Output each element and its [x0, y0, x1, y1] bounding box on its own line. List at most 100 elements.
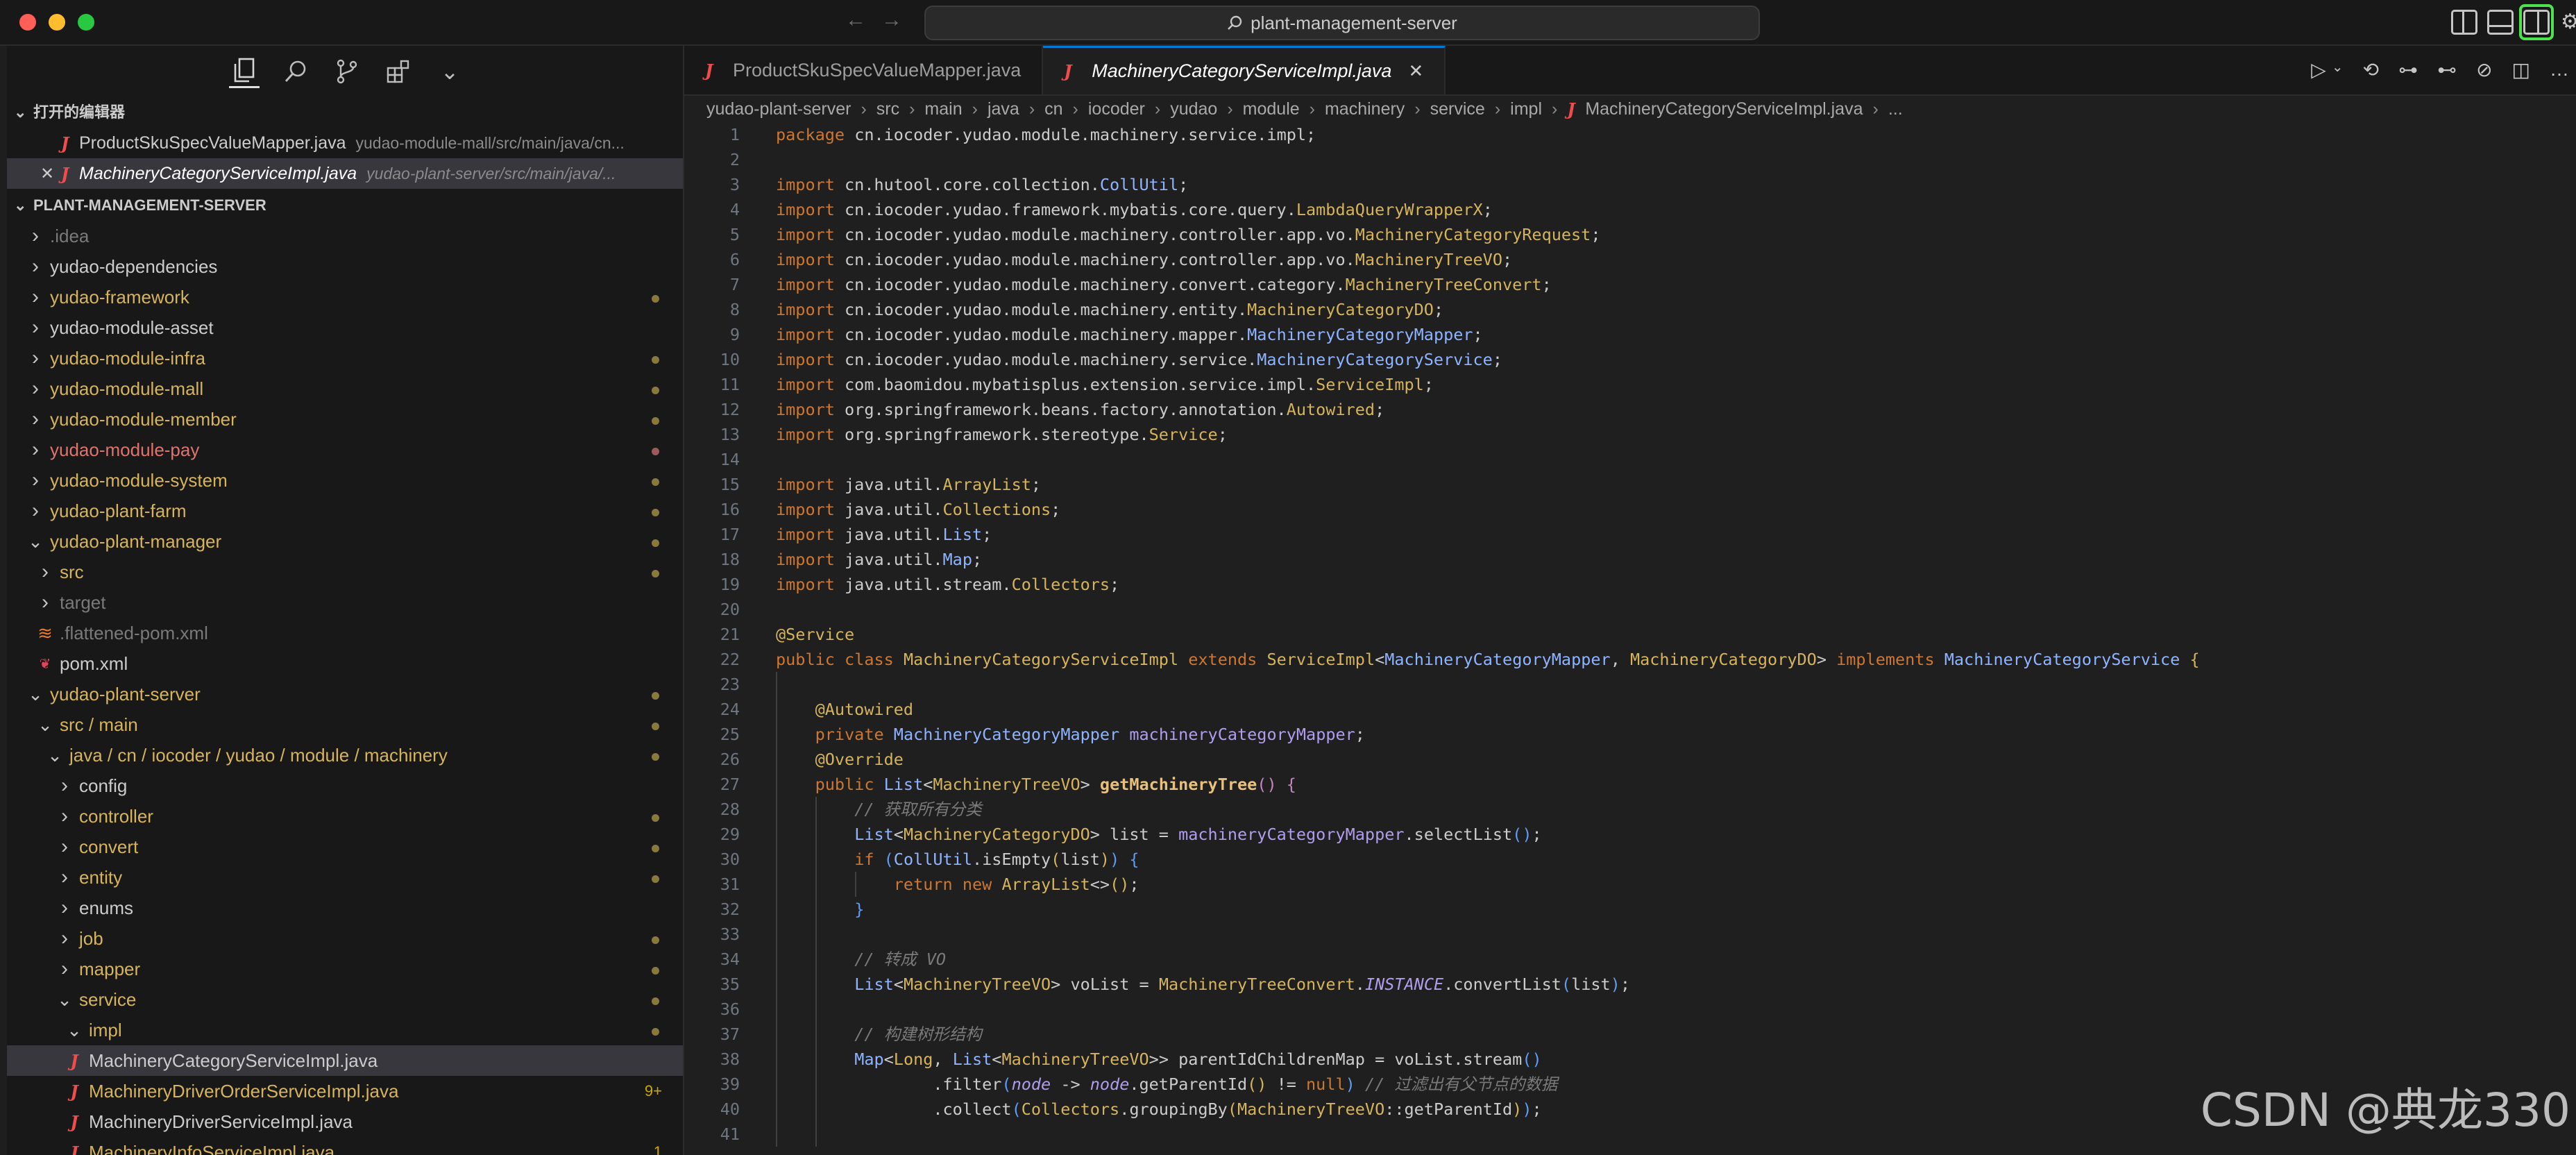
tree-folder[interactable]: › entity: [7, 862, 683, 893]
tree-folder[interactable]: › yudao-framework: [7, 282, 683, 312]
code-line: 18 import java.util.Map;: [684, 547, 2576, 572]
customize-layout-icon[interactable]: ⚙: [2561, 10, 2576, 34]
chevron-down-icon[interactable]: ⌄: [434, 56, 465, 87]
breadcrumb-item[interactable]: machinery: [1325, 99, 1405, 119]
tree-item-label: MachineryDriverOrderServiceImpl.java: [89, 1080, 399, 1102]
tree-file[interactable]: J MachineryDriverOrderServiceImpl.java 9+: [7, 1076, 683, 1106]
tree-folder[interactable]: › config: [7, 770, 683, 801]
open-editor-item-active[interactable]: ✕ J MachineryCategoryServiceImpl.java yu…: [7, 158, 683, 189]
tree-file[interactable]: J MachineryInfoServiceImpl.java 1: [7, 1137, 683, 1155]
explorer-root-title: PLANT-MANAGEMENT-SERVER: [33, 196, 266, 214]
explorer-root-header[interactable]: ⌄ PLANT-MANAGEMENT-SERVER: [7, 190, 683, 221]
toggle-panel-icon[interactable]: [2487, 10, 2514, 35]
code-view[interactable]: 1 package cn.iocoder.yudao.module.machine…: [684, 122, 2576, 1147]
breadcrumb-item[interactable]: module: [1243, 99, 1300, 119]
code-text: import cn.iocoder.yudao.module.machinery…: [776, 225, 1601, 244]
tree-folder[interactable]: ⌄ java / cn / iocoder / yudao / module / …: [7, 740, 683, 770]
tree-folder[interactable]: › convert: [7, 832, 683, 862]
more-actions-icon[interactable]: …: [2550, 58, 2569, 81]
code-text: Map<Long, List<MachineryTreeVO>> parentI…: [854, 1049, 1542, 1069]
breadcrumb-item[interactable]: MachineryCategoryServiceImpl.java: [1585, 99, 1863, 119]
back-arrow-icon[interactable]: ←: [845, 8, 866, 32]
tree-item-label: impl: [89, 1019, 122, 1040]
breadcrumb-item[interactable]: cn: [1044, 99, 1062, 119]
modified-dot: [652, 692, 659, 700]
split-editor-icon[interactable]: ◫: [2512, 58, 2530, 81]
breadcrumb-item[interactable]: ...: [1888, 99, 1903, 119]
maximize-window-button[interactable]: [78, 14, 94, 31]
tree-folder[interactable]: › controller: [7, 801, 683, 832]
tab-machinerycategoryserviceimpl[interactable]: J MachineryCategoryServiceImpl.java ✕: [1043, 46, 1446, 94]
tree-folder[interactable]: › yudao-module-mall: [7, 373, 683, 404]
toggle-primary-sidebar-icon[interactable]: [2451, 10, 2477, 35]
breadcrumb-item[interactable]: src: [876, 99, 899, 119]
tree-folder[interactable]: › yudao-dependencies: [7, 251, 683, 282]
tree-folder[interactable]: › yudao-module-asset: [7, 312, 683, 343]
command-center-search[interactable]: plant-management-server: [924, 6, 1760, 40]
tree-folder[interactable]: › job: [7, 923, 683, 954]
next-change-icon[interactable]: ⊷: [2437, 58, 2457, 81]
chevron-down-icon: ⌄: [28, 530, 43, 552]
code-line: 33: [684, 922, 2576, 947]
java-file-icon: J: [61, 133, 69, 153]
open-editor-item[interactable]: J ProductSkuSpecValueMapper.java yudao-m…: [7, 128, 683, 158]
java-file-icon: J: [70, 1111, 78, 1132]
tree-file[interactable]: ❦ pom.xml: [7, 648, 683, 679]
tree-item-label: mapper: [79, 958, 141, 979]
tree-folder[interactable]: › yudao-module-pay: [7, 435, 683, 465]
prev-change-icon[interactable]: ⊶: [2398, 58, 2418, 81]
timeline-icon[interactable]: ⊘: [2476, 58, 2492, 81]
tree-folder[interactable]: ⌄ service: [7, 984, 683, 1015]
forward-arrow-icon[interactable]: →: [881, 8, 902, 32]
breadcrumb-item[interactable]: iocoder: [1088, 99, 1145, 119]
source-control-icon[interactable]: [332, 56, 362, 87]
tree-folder[interactable]: › .idea: [7, 221, 683, 251]
tree-folder[interactable]: ⌄ yudao-plant-server: [7, 679, 683, 709]
line-number: 36: [720, 1000, 740, 1019]
modified-dot: [652, 723, 659, 730]
tree-folder[interactable]: › yudao-module-system: [7, 465, 683, 496]
minimize-window-button[interactable]: [49, 14, 65, 31]
tree-folder[interactable]: › yudao-module-infra: [7, 343, 683, 373]
run-icon[interactable]: ▷: [2311, 58, 2326, 81]
tab-productskuspecvaluemapper[interactable]: J ProductSkuSpecValueMapper.java: [684, 46, 1044, 94]
tree-folder[interactable]: › mapper: [7, 954, 683, 984]
chevron-down-icon: ⌄: [14, 103, 27, 121]
breadcrumb-item[interactable]: service: [1430, 99, 1485, 119]
chevron-right-icon: ›: [61, 957, 68, 980]
tree-item-label: MachineryInfoServiceImpl.java: [89, 1141, 335, 1155]
tree-folder[interactable]: › src: [7, 557, 683, 587]
tree-folder[interactable]: › enums: [7, 893, 683, 923]
breadcrumb-item[interactable]: main: [924, 99, 962, 119]
code-line: 16 import java.util.Collections;: [684, 497, 2576, 522]
tree-folder[interactable]: › target: [7, 587, 683, 618]
code-text: import cn.iocoder.yudao.module.machinery…: [776, 250, 1513, 269]
tree-folder[interactable]: › yudao-plant-farm: [7, 496, 683, 526]
tree-folder[interactable]: ⌄ src / main: [7, 709, 683, 740]
code-line: 7 import cn.iocoder.yudao.module.machiner…: [684, 272, 2576, 297]
breadcrumb-item[interactable]: impl: [1510, 99, 1542, 119]
modified-dot: [652, 478, 659, 486]
history-back-icon[interactable]: ⟲: [2363, 58, 2379, 81]
code-line: 36: [684, 997, 2576, 1022]
breadcrumb-item[interactable]: yudao-plant-server: [706, 99, 851, 119]
breadcrumb-item[interactable]: yudao: [1170, 99, 1217, 119]
tree-folder[interactable]: ⌄ yudao-plant-manager: [7, 526, 683, 557]
open-editors-header[interactable]: ⌄ 打开的编辑器: [7, 97, 683, 128]
explorer-icon[interactable]: [229, 56, 260, 88]
tree-file[interactable]: J MachineryCategoryServiceImpl.java: [7, 1045, 683, 1076]
tree-file[interactable]: J MachineryDriverServiceImpl.java: [7, 1106, 683, 1137]
extensions-icon[interactable]: [383, 56, 414, 87]
breadcrumb-item[interactable]: java: [988, 99, 1019, 119]
line-number: 34: [720, 950, 740, 969]
tree-file[interactable]: ≋ .flattened-pom.xml: [7, 618, 683, 648]
chevron-down-icon[interactable]: ⌄: [2332, 58, 2344, 81]
line-number: 31: [720, 875, 740, 894]
close-window-button[interactable]: [19, 14, 36, 31]
search-icon[interactable]: [280, 56, 311, 87]
tree-folder[interactable]: › yudao-module-member: [7, 404, 683, 435]
tree-folder[interactable]: ⌄ impl: [7, 1015, 683, 1045]
close-icon[interactable]: ✕: [1408, 60, 1423, 82]
close-icon[interactable]: ✕: [40, 164, 61, 184]
chevron-right-icon: ›: [1309, 99, 1315, 119]
